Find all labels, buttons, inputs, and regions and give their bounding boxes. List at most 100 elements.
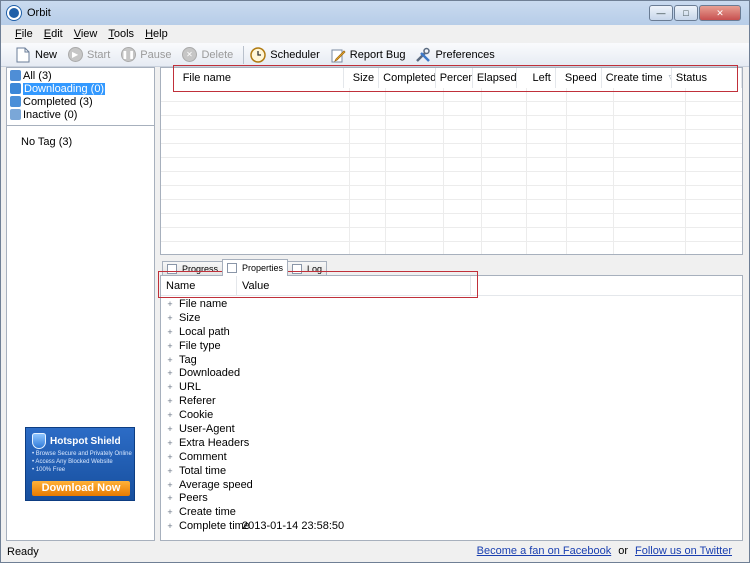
detail-tabs: Progress Properties Log <box>160 259 743 276</box>
expand-plus-icon[interactable]: + <box>161 452 179 462</box>
menu-tools[interactable]: Tools <box>108 28 134 40</box>
property-row-extra-headers[interactable]: + Extra Headers <box>161 436 742 450</box>
menu-view[interactable]: View <box>74 28 98 40</box>
column-header-label: Completed <box>383 72 436 84</box>
twitter-link[interactable]: Follow us on Twitter <box>635 545 732 557</box>
properties-tab-icon <box>227 263 238 273</box>
property-row-total-time[interactable]: + Total time <box>161 464 742 478</box>
maximize-button[interactable]: □ <box>674 5 698 21</box>
expand-plus-icon[interactable]: + <box>161 466 179 476</box>
expand-plus-icon[interactable]: + <box>161 299 179 309</box>
expand-plus-icon[interactable]: + <box>161 396 179 406</box>
sidebar-item-completed[interactable]: Completed (3) <box>10 95 154 108</box>
expand-plus-icon[interactable]: + <box>161 493 179 503</box>
property-row-comment[interactable]: + Comment <box>161 450 742 464</box>
start-button[interactable]: ▶ Start <box>67 47 110 63</box>
expand-plus-icon[interactable]: + <box>161 327 179 337</box>
tab-label: Log <box>307 264 323 274</box>
ad-title: Hotspot Shield <box>50 435 121 447</box>
file-list-grid <box>161 88 742 254</box>
property-name: Average speed <box>179 478 253 491</box>
sidebar-item-label: Downloading (0) <box>23 82 106 95</box>
report-bug-button[interactable]: Report Bug <box>330 47 406 63</box>
preferences-button-label: Preferences <box>435 48 495 61</box>
expand-plus-icon[interactable]: + <box>161 424 179 434</box>
property-row-create-time[interactable]: + Create time <box>161 505 742 519</box>
column-header-elapsed[interactable]: Elapsed <box>473 68 517 88</box>
hotspot-shield-ad[interactable]: Hotspot Shield • Browse Secure and Priva… <box>25 427 135 501</box>
property-row-url[interactable]: + URL <box>161 380 742 394</box>
property-row-local-path[interactable]: + Local path <box>161 325 742 339</box>
tab-properties[interactable]: Properties <box>222 259 289 276</box>
property-row-file-type[interactable]: + File type <box>161 339 742 353</box>
column-header-create-time[interactable]: Create time▽ <box>602 68 672 88</box>
file-list[interactable]: File name Size CompletedPercent Elapsed Left… <box>160 67 743 255</box>
property-row-user-agent[interactable]: + User-Agent <box>161 422 742 436</box>
report-bug-button-label: Report Bug <box>349 48 406 61</box>
ad-feature-list: • Browse Secure and Privately Online • Ac… <box>26 450 134 474</box>
expand-plus-icon[interactable]: + <box>161 368 179 378</box>
sidebar-item-downloading[interactable]: Downloading (0) <box>10 82 154 95</box>
minimize-button[interactable]: — <box>649 5 673 21</box>
menu-help[interactable]: Help <box>145 28 168 40</box>
scheduler-button[interactable]: Scheduler <box>250 46 320 63</box>
column-header-left[interactable]: Left <box>517 68 556 88</box>
column-grid-line <box>443 88 444 254</box>
log-tab-icon <box>292 264 303 274</box>
property-row-referer[interactable]: + Referer <box>161 394 742 408</box>
property-row-average-speed[interactable]: + Average speed <box>161 478 742 492</box>
properties-panel[interactable]: Name Value + File name + Size + Local path + Fi… <box>160 275 743 541</box>
expand-plus-icon[interactable]: + <box>161 521 179 531</box>
column-header-label: Size <box>352 72 375 84</box>
column-header-percent[interactable]: Percent <box>436 68 473 88</box>
expand-plus-icon[interactable]: + <box>161 382 179 392</box>
expand-plus-icon[interactable]: + <box>161 480 179 490</box>
expand-plus-icon[interactable]: + <box>161 410 179 420</box>
column-header-completed[interactable]: Completed <box>379 68 436 88</box>
property-row-peers[interactable]: + Peers <box>161 491 742 505</box>
column-header-speed[interactable]: Speed <box>556 68 602 88</box>
properties-column-name[interactable]: Name <box>161 276 237 295</box>
column-grid-line <box>685 88 686 254</box>
property-row-size[interactable]: + Size <box>161 311 742 325</box>
close-button[interactable]: ✕ <box>699 5 741 21</box>
sidebar-item-inactive[interactable]: Inactive (0) <box>10 108 154 121</box>
orbit-logo-icon <box>7 6 21 20</box>
column-header-label: Create time <box>605 72 663 84</box>
expand-plus-icon[interactable]: + <box>161 507 179 517</box>
property-row-downloaded[interactable]: + Downloaded <box>161 366 742 380</box>
expand-plus-icon[interactable]: + <box>161 438 179 448</box>
download-now-button[interactable]: Download Now <box>32 481 130 496</box>
ad-feature-line: • 100% Free <box>32 467 66 473</box>
start-button-label: Start <box>87 48 111 61</box>
expand-plus-icon[interactable]: + <box>161 355 179 365</box>
shield-icon <box>32 433 46 449</box>
tab-progress[interactable]: Progress <box>162 261 224 276</box>
expand-plus-icon[interactable]: + <box>161 341 179 351</box>
column-header-status[interactable]: Status <box>672 68 742 88</box>
property-row-complete-time[interactable]: + Complete time 2013-01-14 23:58:50 <box>161 519 742 533</box>
ad-feature-line: • Browse Secure and Privately Online <box>32 451 132 457</box>
sidebar-item-all[interactable]: All (3) <box>10 69 154 82</box>
tab-log[interactable]: Log <box>287 261 328 276</box>
pause-button[interactable]: ❚❚ Pause <box>120 47 171 63</box>
properties-column-value[interactable]: Value <box>237 276 471 295</box>
column-header-size[interactable]: Size <box>344 68 380 88</box>
facebook-link[interactable]: Become a fan on Facebook <box>477 545 612 557</box>
clock-icon <box>250 46 266 63</box>
sidebar-tag-no-tag[interactable]: No Tag (3) <box>21 136 154 148</box>
properties-header: Name Value <box>161 276 742 296</box>
column-header-file-name[interactable]: File name <box>179 68 344 88</box>
delete-button[interactable]: ✕ Delete <box>181 47 233 63</box>
property-row-tag[interactable]: + Tag <box>161 353 742 367</box>
expand-plus-icon[interactable]: + <box>161 313 179 323</box>
property-name: Tag <box>179 353 197 366</box>
menu-file[interactable]: File <box>15 28 33 40</box>
menu-edit[interactable]: Edit <box>44 28 63 40</box>
preferences-button[interactable]: Preferences <box>415 47 495 63</box>
new-button[interactable]: New <box>15 47 57 63</box>
property-row-cookie[interactable]: + Cookie <box>161 408 742 422</box>
property-row-file-name[interactable]: + File name <box>161 297 742 311</box>
new-document-icon <box>15 47 31 63</box>
file-list-header: File name Size CompletedPercent Elapsed Left… <box>161 68 742 88</box>
